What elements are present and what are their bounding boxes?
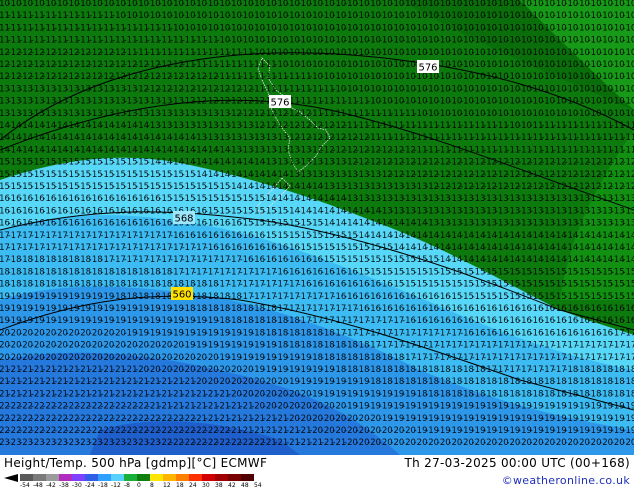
temp-value: -17 <box>622 328 634 338</box>
legend-swatch <box>20 474 33 481</box>
valid-time: Th 27-03-2025 00:00 UTC (00+168) <box>404 456 630 470</box>
contour-label-576-a: 576 <box>417 60 439 74</box>
temp-value: -19 <box>622 414 634 424</box>
footer: Height/Temp. 500 hPa [gdmp][°C] ECMWF Th… <box>0 455 634 490</box>
temp-value: -11 <box>622 133 634 143</box>
temp-value: -17 <box>622 353 634 363</box>
color-legend <box>20 474 254 481</box>
legend-swatch <box>59 474 72 481</box>
temp-value: -19 <box>622 402 634 412</box>
legend-tick: -8 <box>124 482 130 489</box>
legend-swatch <box>215 474 228 481</box>
legend-swatch <box>228 474 241 481</box>
temp-value: -14 <box>622 243 634 253</box>
legend-swatch <box>202 474 215 481</box>
temp-value: -18 <box>622 377 634 387</box>
temp-value: -10 <box>622 97 634 107</box>
legend-tick: -12 <box>111 482 121 489</box>
temperature-grid: -10-10-10-10-10-10-10-10-10-10-10-10-10-… <box>0 0 634 448</box>
legend-arrow-icon <box>4 474 18 482</box>
map-canvas: -10-10-10-10-10-10-10-10-10-10-10-10-10-… <box>0 0 634 455</box>
legend-swatch <box>150 474 163 481</box>
legend-swatch <box>33 474 46 481</box>
temp-value: -14 <box>622 231 634 241</box>
legend-tick: 54 <box>254 482 262 489</box>
temp-value: -13 <box>622 206 634 216</box>
temp-value: -10 <box>622 84 634 94</box>
legend-tick: 12 <box>163 482 171 489</box>
contour-label-576-b: 576 <box>269 95 291 109</box>
temp-value: -10 <box>622 11 634 21</box>
temp-value: -16 <box>622 316 634 326</box>
contour-label-568: 568 <box>173 211 195 225</box>
legend-swatch <box>72 474 85 481</box>
temp-value: -15 <box>622 280 634 290</box>
legend-swatch <box>241 474 254 481</box>
legend-tick: -30 <box>72 482 82 489</box>
legend-tick: 18 <box>176 482 184 489</box>
map-title: Height/Temp. 500 hPa [gdmp][°C] ECMWF <box>4 456 268 470</box>
legend-swatch <box>46 474 59 481</box>
temp-value: -20 <box>622 438 634 448</box>
temp-value: -12 <box>622 170 634 180</box>
temp-value: -10 <box>622 109 634 119</box>
legend-tick: -38 <box>59 482 69 489</box>
temp-value: -14 <box>622 255 634 265</box>
temp-value: -10 <box>622 0 634 9</box>
weather-map: -10-10-10-10-10-10-10-10-10-10-10-10-10-… <box>0 0 634 455</box>
svg-text:568: 568 <box>174 214 193 225</box>
temp-value: -13 <box>622 219 634 229</box>
temp-value: -10 <box>622 48 634 58</box>
temp-value: -12 <box>622 158 634 168</box>
legend-swatch <box>124 474 137 481</box>
legend-ticks: -54 -48 -42 -38 -30 -24 -18 -12 -8 0 8 12 18 24 30 38 42… <box>20 482 267 489</box>
legend-tick: -42 <box>46 482 56 489</box>
svg-text:576: 576 <box>418 63 437 74</box>
legend-tick: 38 <box>215 482 223 489</box>
legend-tick: 48 <box>241 482 249 489</box>
temp-value: -10 <box>622 23 634 33</box>
temp-value: -19 <box>622 426 634 436</box>
legend-tick: 24 <box>189 482 197 489</box>
temp-value: -11 <box>622 145 634 155</box>
legend-tick: -24 <box>85 482 95 489</box>
legend-tick: -18 <box>98 482 108 489</box>
temp-value: -10 <box>622 72 634 82</box>
temp-value: -15 <box>622 292 634 302</box>
temp-value: -13 <box>622 194 634 204</box>
legend-tick: 8 <box>150 482 154 489</box>
legend-tick: 30 <box>202 482 210 489</box>
legend-swatch <box>137 474 150 481</box>
temp-value: -18 <box>622 389 634 399</box>
legend-swatch <box>163 474 176 481</box>
legend-tick: 0 <box>137 482 141 489</box>
legend-swatch <box>111 474 124 481</box>
legend-tick: 42 <box>228 482 236 489</box>
legend-tick: -48 <box>33 482 43 489</box>
credit-link[interactable]: ©weatheronline.co.uk <box>502 474 630 487</box>
legend-swatch <box>98 474 111 481</box>
legend-swatch <box>176 474 189 481</box>
temp-value: -15 <box>622 267 634 277</box>
temp-value: -11 <box>622 121 634 131</box>
legend-swatch <box>85 474 98 481</box>
legend-tick: -54 <box>20 482 30 489</box>
temp-value: -16 <box>622 304 634 314</box>
temp-value: -10 <box>622 36 634 46</box>
temp-value: -17 <box>622 341 634 351</box>
temp-value: -18 <box>622 365 634 375</box>
contour-label-560: 560 <box>171 287 193 301</box>
temp-value: -12 <box>622 182 634 192</box>
svg-text:560: 560 <box>172 290 191 301</box>
legend-swatch <box>189 474 202 481</box>
svg-text:576: 576 <box>270 98 289 109</box>
temp-value: -10 <box>622 60 634 70</box>
